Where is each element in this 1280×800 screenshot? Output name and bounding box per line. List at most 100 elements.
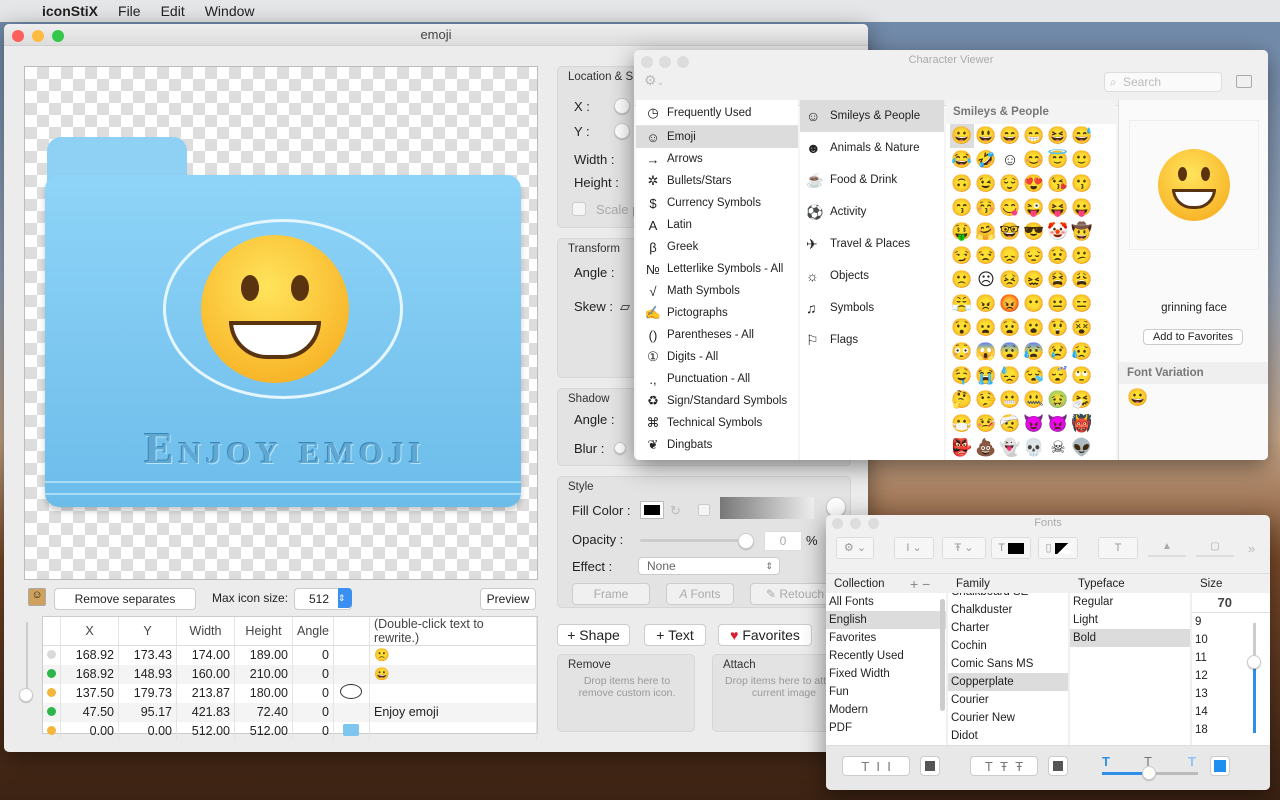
collection-scrollbar[interactable] [940, 599, 945, 711]
emoji-cell[interactable]: 😘 [1046, 172, 1070, 196]
cell-text[interactable] [369, 721, 538, 741]
cell-w[interactable]: 213.87 [176, 683, 235, 703]
zoom-slider-track[interactable] [26, 622, 28, 696]
highlight-color-button[interactable] [1210, 756, 1230, 776]
emoji-cell[interactable]: 😢 [1046, 340, 1070, 364]
emoji-cell[interactable]: 😵 [1070, 316, 1094, 340]
emoji-cell[interactable]: 😮 [1022, 316, 1046, 340]
emoji-cell[interactable]: 🙂 [1070, 148, 1094, 172]
font-list-item[interactable]: Charter [948, 619, 1068, 637]
cv-list-item[interactable]: ☺ Emoji [636, 126, 798, 148]
col-x[interactable]: X [60, 617, 119, 646]
add-text-button[interactable]: + Text [644, 624, 706, 646]
emoji-cell[interactable]: 🤐 [1022, 388, 1046, 412]
cell-y[interactable]: 173.43 [118, 645, 177, 665]
add-to-favorites-button[interactable]: Add to Favorites [1143, 329, 1243, 345]
cell-y[interactable]: 95.17 [118, 702, 177, 722]
font-list-item[interactable]: Bold [1070, 629, 1190, 647]
cell-w[interactable]: 421.83 [176, 702, 235, 722]
table-row[interactable]: 47.50 95.17 421.83 72.40 0 Enjoy emoji [43, 702, 538, 722]
cv-category-item[interactable]: ⚽ Activity [800, 196, 944, 228]
cell-h[interactable]: 72.40 [234, 702, 293, 722]
cell-x[interactable]: 137.50 [60, 683, 119, 703]
emoji-cell[interactable]: 👺 [950, 436, 974, 460]
strike-color-button[interactable] [1048, 756, 1068, 776]
font-list-item[interactable]: Chalkboard SE [948, 593, 1068, 601]
emoji-cell[interactable]: 👹 [1070, 412, 1094, 436]
cell-angle[interactable]: 0 [292, 721, 334, 741]
emoji-cell[interactable]: 😳 [950, 340, 974, 364]
emoji-cell[interactable]: 🤒 [974, 412, 998, 436]
emoji-cell[interactable]: 🤢 [1046, 388, 1070, 412]
font-list-item[interactable]: Favorites [826, 629, 946, 647]
cv-list-item[interactable]: ◷ Frequently Used [636, 100, 798, 126]
cv-list-item[interactable]: → Arrows [636, 148, 798, 170]
menu-file[interactable]: File [118, 3, 141, 19]
cv-category-item[interactable]: ♫ Symbols [800, 292, 944, 324]
emoji-cell[interactable]: 😲 [1046, 316, 1070, 340]
table-row[interactable]: 0.00 0.00 512.00 512.00 0 [43, 721, 538, 741]
font-list-item[interactable]: Chalkduster [948, 601, 1068, 619]
add-shape-button[interactable]: + Shape [557, 624, 630, 646]
status-dot[interactable] [47, 669, 56, 678]
emoji-cell[interactable]: 😏 [950, 244, 974, 268]
emoji-cell[interactable]: 🙃 [950, 172, 974, 196]
col-width[interactable]: Width [176, 617, 235, 646]
cell-w[interactable]: 174.00 [176, 645, 235, 665]
table-row[interactable]: 168.92 173.43 174.00 189.00 0 🙁 [43, 645, 538, 665]
fill-color-well[interactable] [640, 501, 664, 519]
emoji-cell[interactable]: 👿 [1046, 412, 1070, 436]
fonts-zoom-button[interactable] [868, 518, 879, 529]
cell-text[interactable]: 🙁 [369, 645, 538, 665]
emoji-cell[interactable]: 💩 [974, 436, 998, 460]
fonts-action-menu[interactable]: ⚙ ⌄ [836, 537, 874, 559]
underline-menu[interactable]: I ⌄ [894, 537, 934, 559]
reset-icon[interactable]: ↻ [670, 503, 681, 519]
emoji-cell[interactable]: 😆 [1046, 124, 1070, 148]
y-slider[interactable] [614, 123, 630, 139]
emoji-cell[interactable]: 🤠 [1070, 220, 1094, 244]
cv-list-item[interactable]: № Letterlike Symbols - All [636, 258, 798, 280]
opacity-slider[interactable] [640, 539, 744, 542]
font-list-item[interactable]: 14 [1192, 703, 1270, 721]
gradient-checkbox[interactable] [698, 504, 710, 516]
cell-w[interactable]: 512.00 [176, 721, 235, 741]
emoji-cell[interactable]: 😟 [1046, 244, 1070, 268]
gradient-angle-dial[interactable] [826, 497, 846, 517]
emoji-cell[interactable]: 🤣 [974, 148, 998, 172]
emoji-cell[interactable]: 😥 [1070, 340, 1094, 364]
cv-list-item[interactable]: A Latin [636, 214, 798, 236]
emoji-cell[interactable]: 🤥 [974, 388, 998, 412]
emoji-cell[interactable]: 😑 [1070, 292, 1094, 316]
cv-category-item[interactable]: ☕ Food & Drink [800, 164, 944, 196]
col-text[interactable]: (Double-click text to rewrite.) [369, 617, 538, 646]
emoji-cell[interactable]: 😪 [1022, 364, 1046, 388]
emoji-cell[interactable]: 😐 [1046, 292, 1070, 316]
cell-x[interactable]: 168.92 [60, 645, 119, 665]
cv-category-item[interactable]: ✈ Travel & Places [800, 228, 944, 260]
status-dot[interactable] [47, 650, 56, 660]
status-dot[interactable] [47, 726, 56, 735]
emoji-cell[interactable]: 😊 [1022, 148, 1046, 172]
frame-button[interactable]: Frame [572, 583, 650, 605]
font-list-item[interactable]: Fixed Width [826, 665, 946, 683]
max-icon-size-select[interactable]: 512 ⇕ [294, 588, 352, 610]
font-list-item[interactable]: 10 [1192, 631, 1270, 649]
font-list-item[interactable]: Modern [826, 701, 946, 719]
emoji-cell[interactable]: 😍 [1022, 172, 1046, 196]
font-list-item[interactable]: Light [1070, 611, 1190, 629]
cell-y[interactable]: 0.00 [118, 721, 177, 741]
cell-angle[interactable]: 0 [292, 683, 334, 703]
emoji-cell[interactable]: 👽 [1070, 436, 1094, 460]
font-list-item[interactable]: 13 [1192, 685, 1270, 703]
emoji-cell[interactable]: 🙄 [1070, 364, 1094, 388]
cv-category-item[interactable]: ☺ Smileys & People [800, 100, 944, 132]
cell-text[interactable]: 😀 [369, 664, 538, 684]
font-variation-item[interactable]: 😀 [1127, 388, 1148, 408]
strikethrough-menu[interactable]: Ŧ ⌄ [942, 537, 986, 559]
size-field[interactable]: 70 [1192, 593, 1270, 613]
preview-button[interactable]: Preview [480, 588, 536, 610]
emoji-cell[interactable]: 😤 [950, 292, 974, 316]
emoji-cell[interactable]: 🤕 [998, 412, 1022, 436]
icon-canvas[interactable]: 😀 Enjoy emoji [24, 66, 538, 580]
